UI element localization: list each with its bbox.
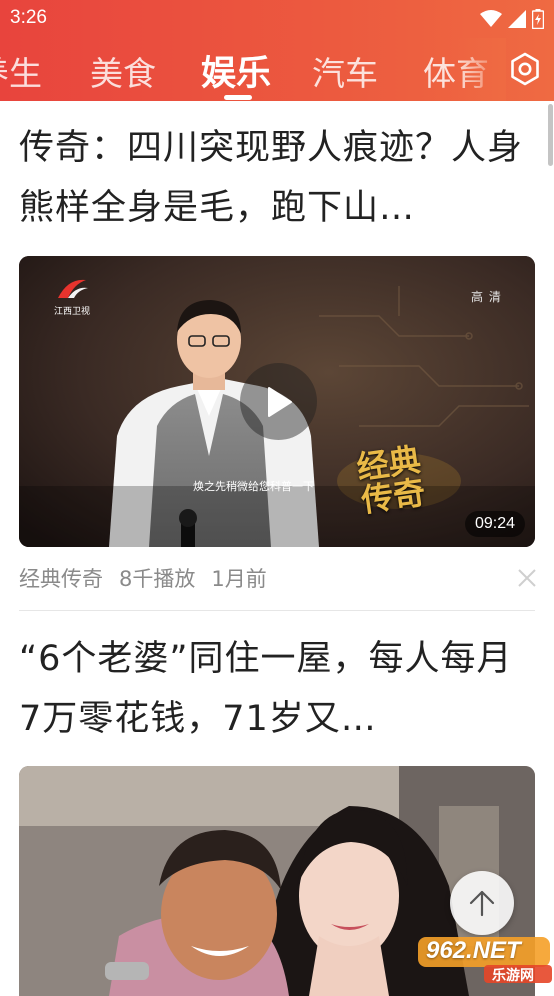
article-meta: 经典传奇 8千播放 1月前: [19, 563, 267, 593]
arrow-up-icon: [469, 890, 495, 917]
tab-health[interactable]: 养生: [0, 47, 42, 95]
close-icon: [518, 569, 536, 587]
tab-fade: [456, 38, 506, 101]
status-icons: [480, 8, 544, 30]
tab-entertainment[interactable]: 娱乐: [201, 45, 271, 96]
watermark-sub: 乐游网: [492, 968, 534, 984]
back-to-top-button[interactable]: [450, 871, 514, 935]
article-source[interactable]: 经典传奇: [19, 563, 103, 593]
article-play-count: 8千播放: [119, 567, 196, 591]
video-quality-label: 高 清: [471, 290, 502, 304]
gear-icon: [511, 52, 539, 86]
play-icon: [267, 386, 292, 417]
video-duration-badge: 09:24: [464, 511, 525, 537]
video-thumbnail[interactable]: 江西卫视 高 清 焕之先稍微给您科普一下 经典传奇 09:24: [19, 256, 535, 547]
category-tab-bar: 养生 美食 娱乐 汽车 体育: [0, 38, 554, 101]
divider: [19, 610, 535, 611]
channel-settings-button[interactable]: [506, 50, 544, 88]
watermark-logo: 962.NET 乐游网: [414, 935, 554, 984]
video-subtitle: 焕之先稍微给您科普一下: [193, 480, 314, 493]
watermark-brand: 962.NET: [426, 937, 521, 964]
article-time: 1月前: [211, 567, 267, 591]
wifi-icon: [480, 10, 502, 27]
tab-food[interactable]: 美食: [90, 47, 156, 95]
app-header: 3:26 养生 美食 娱乐 汽车 体育: [0, 0, 554, 101]
status-time: 3:26: [10, 7, 47, 28]
tab-auto[interactable]: 汽车: [312, 47, 378, 95]
article-title[interactable]: “6个老婆”同住一屋，每人每月7万零花钱，71岁又…: [19, 629, 529, 749]
battery-icon: [532, 9, 544, 29]
scrollbar[interactable]: [548, 104, 553, 166]
article-title[interactable]: 传奇：四川突现野人痕迹？人身熊样全身是毛，跑下山…: [19, 118, 529, 238]
channel-logo-icon: [58, 279, 88, 298]
cellular-signal-icon: [508, 10, 526, 28]
status-bar: 3:26: [0, 0, 554, 38]
show-logo: 经典传奇: [354, 440, 428, 520]
active-tab-indicator: [224, 95, 252, 100]
channel-logo: 江西卫视: [51, 276, 93, 317]
dislike-button[interactable]: [517, 568, 537, 588]
channel-logo-text: 江西卫视: [53, 307, 90, 317]
play-button[interactable]: [240, 363, 317, 440]
